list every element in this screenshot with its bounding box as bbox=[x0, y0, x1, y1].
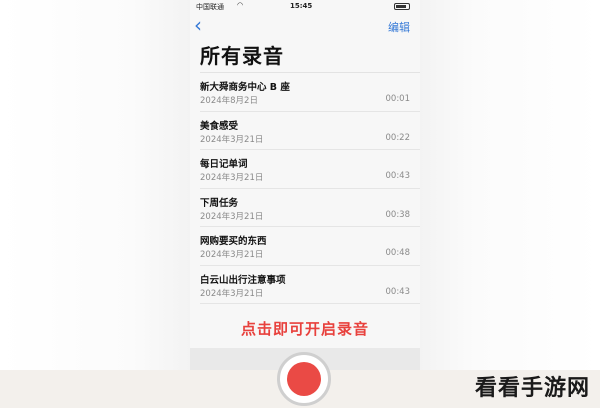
recording-date: 2024年3月21日 bbox=[200, 250, 264, 260]
row-separator bbox=[200, 303, 420, 304]
recording-row[interactable]: 下周任务 2024年3月21日 00:38 bbox=[190, 189, 420, 227]
battery-icon bbox=[394, 3, 410, 10]
recording-name: 下周任务 bbox=[200, 197, 239, 209]
recording-name: 网购要买的东西 bbox=[200, 236, 267, 247]
recording-name: 美食感受 bbox=[200, 120, 239, 132]
site-watermark: 看看手游网 bbox=[474, 376, 590, 401]
background-right bbox=[420, 0, 600, 408]
recording-duration: 00:38 bbox=[385, 209, 411, 220]
clock: 15:45 bbox=[290, 2, 313, 10]
nav-bar: ‹ 编辑 bbox=[190, 14, 420, 38]
recording-date: 2024年3月21日 bbox=[200, 288, 264, 299]
carrier-label: 中国联通 bbox=[196, 3, 224, 11]
recordings-list: 新大舜商务中心 B 座 2024年8月2日 00:01 美食感受 2024年3月… bbox=[190, 73, 420, 304]
wifi-icon: ◠ bbox=[237, 1, 244, 9]
edit-button[interactable]: 编辑 bbox=[388, 19, 410, 35]
recording-date: 2024年3月21日 bbox=[200, 173, 264, 183]
recording-row[interactable]: 白云山出行注意事项 2024年3月21日 00:43 bbox=[190, 266, 420, 304]
status-bar: 中国联通 ◠ 15:45 bbox=[190, 0, 420, 14]
recording-name: 白云山出行注意事项 bbox=[200, 274, 286, 286]
page-title: 所有录音 bbox=[200, 44, 284, 68]
recording-date: 2024年3月21日 bbox=[200, 211, 264, 222]
recording-duration: 00:01 bbox=[385, 94, 411, 104]
recording-duration: 00:48 bbox=[385, 248, 411, 258]
recording-name: 新大舜商务中心 B 座 bbox=[200, 82, 290, 93]
recording-row[interactable]: 网购要买的东西 2024年3月21日 00:48 bbox=[190, 227, 420, 266]
recording-duration: 00:43 bbox=[385, 171, 411, 181]
recording-row[interactable]: 新大舜商务中心 B 座 2024年8月2日 00:01 bbox=[190, 73, 420, 112]
back-chevron-icon[interactable]: ‹ bbox=[194, 14, 202, 36]
phone-screen: 中国联通 ◠ 15:45 ‹ 编辑 所有录音 新大舜商务中心 B 座 2024年… bbox=[190, 0, 420, 408]
recording-duration: 00:22 bbox=[385, 132, 411, 143]
recording-row[interactable]: 美食感受 2024年3月21日 00:22 bbox=[190, 112, 420, 150]
record-button[interactable] bbox=[277, 352, 331, 406]
background-left bbox=[0, 0, 190, 408]
recording-row[interactable]: 每日记单词 2024年3月21日 00:43 bbox=[190, 150, 420, 189]
recording-name: 每日记单词 bbox=[200, 159, 248, 170]
record-icon bbox=[287, 362, 321, 396]
recording-duration: 00:43 bbox=[385, 286, 411, 297]
recording-date: 2024年8月2日 bbox=[200, 96, 258, 106]
recording-date: 2024年3月21日 bbox=[200, 134, 264, 145]
record-hint-caption: 点击即可开启录音 bbox=[240, 320, 369, 338]
